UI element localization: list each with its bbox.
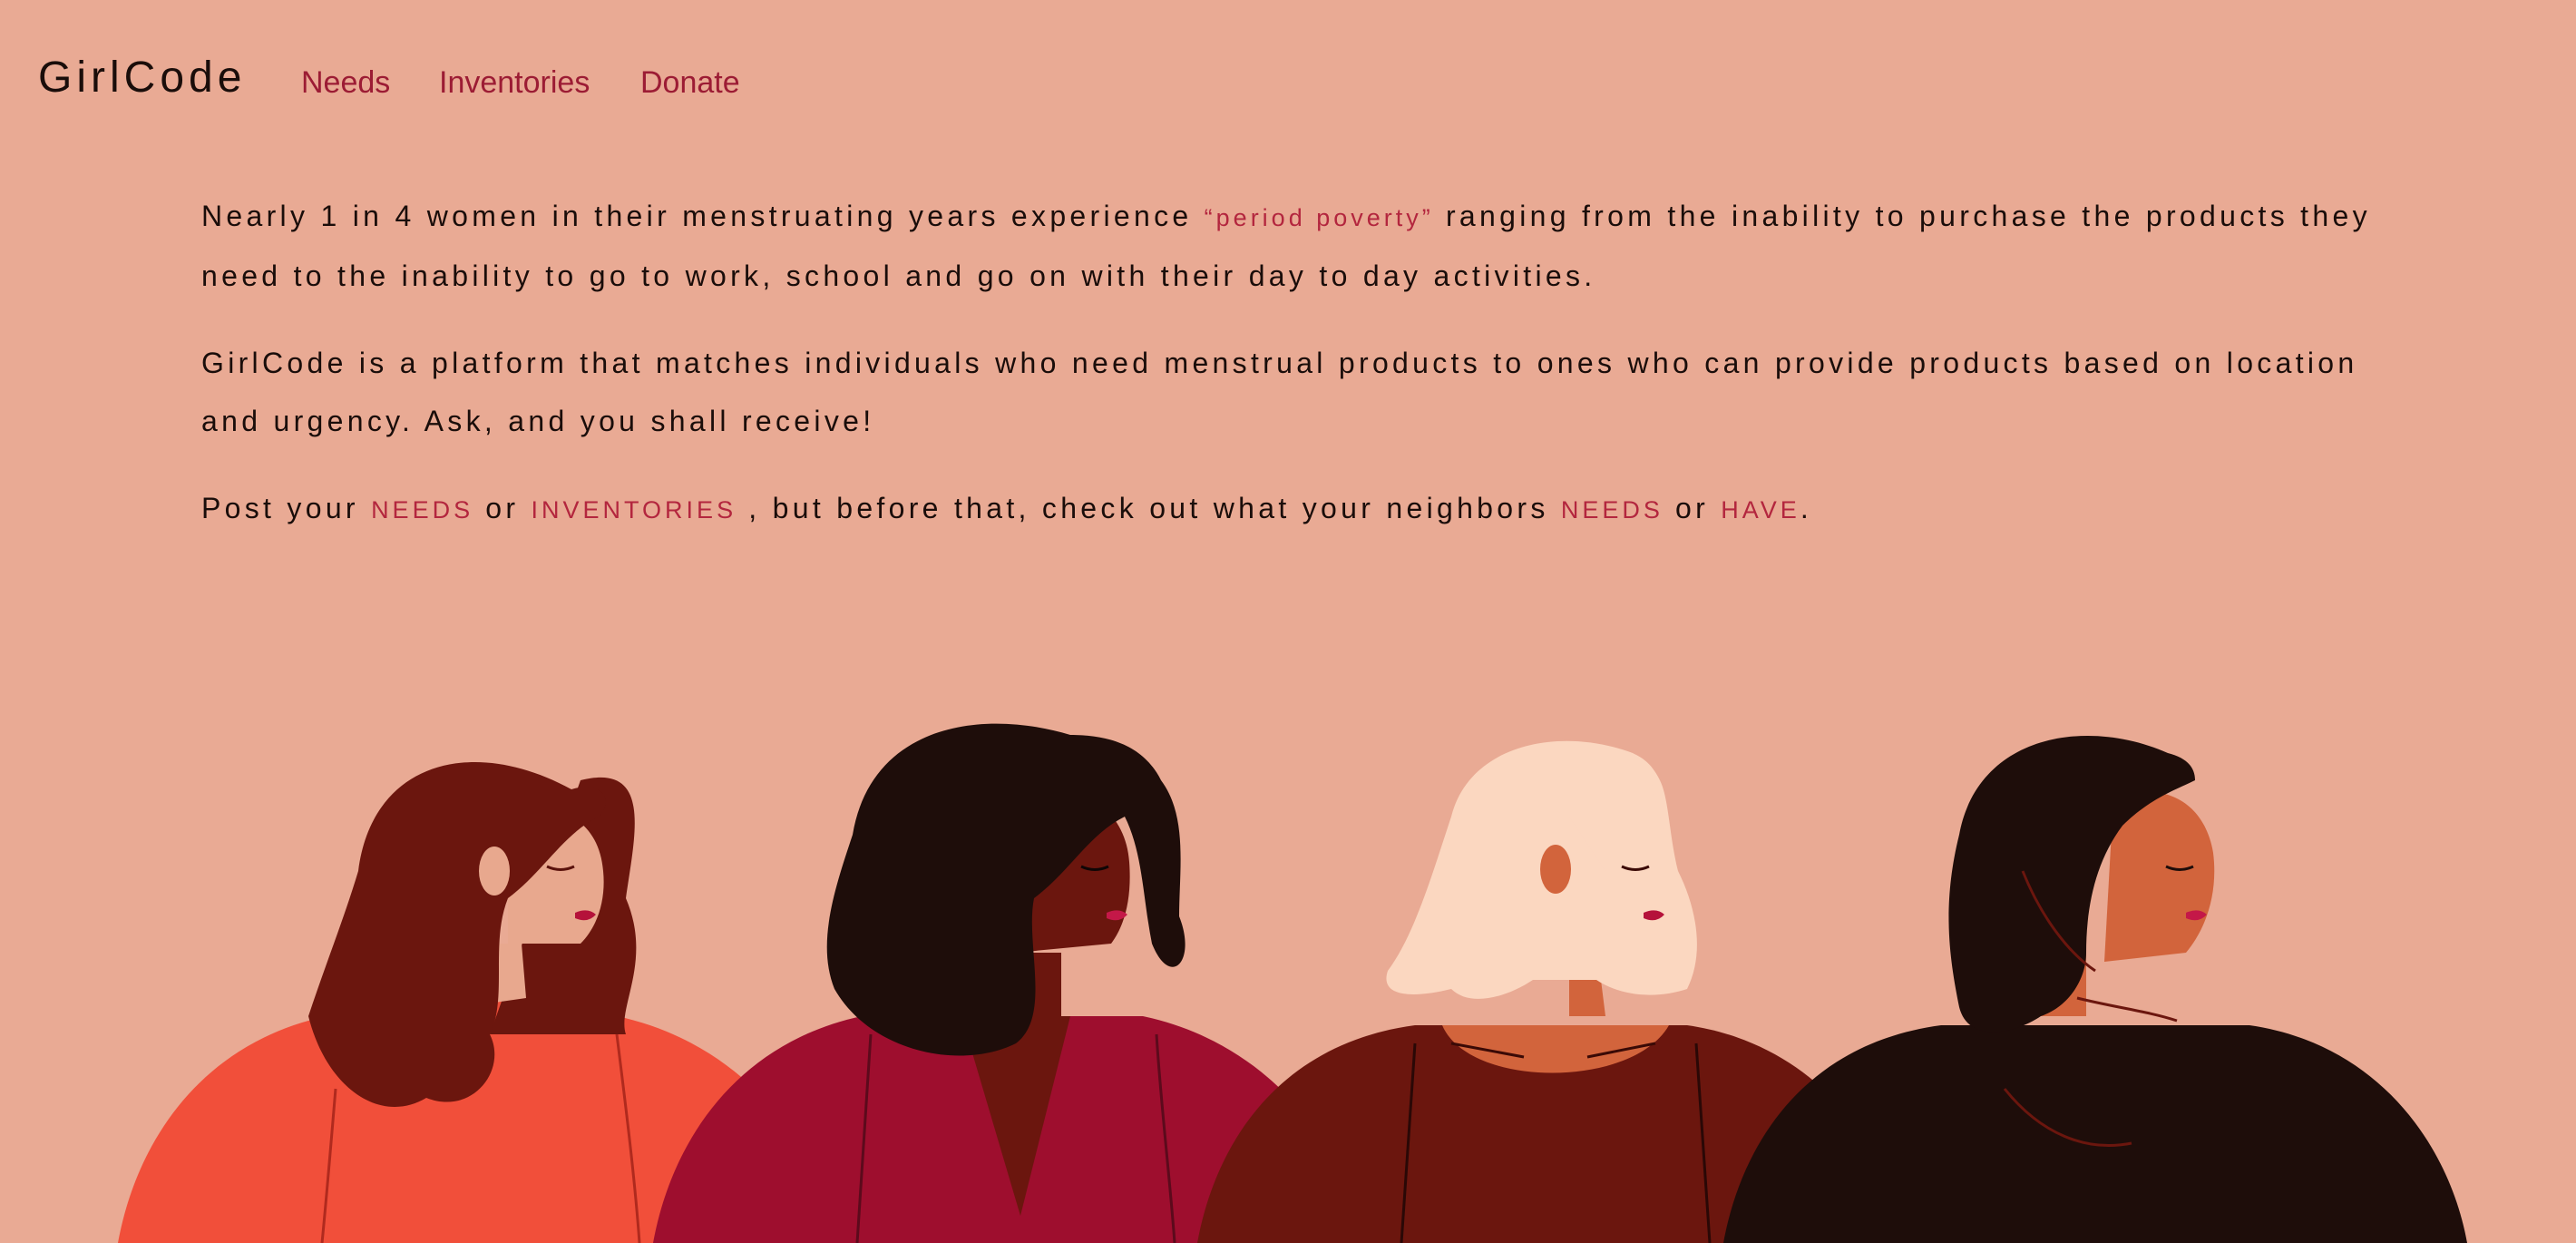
navbar: GirlCode Needs Inventories Donate bbox=[0, 0, 2576, 163]
post-inventories-link[interactable]: INVENTORIES bbox=[532, 496, 737, 524]
intro-p3-text-2: or bbox=[473, 492, 532, 524]
intro-p3-text-4: or bbox=[1663, 492, 1722, 524]
brand-logo[interactable]: GirlCode bbox=[38, 53, 246, 103]
intro-paragraph-3: Post your NEEDS or INVENTORIES , but bef… bbox=[201, 479, 2415, 539]
intro-p3-text-1: Post your bbox=[201, 492, 372, 524]
intro-p1-text-start: Nearly 1 in 4 women in their menstruatin… bbox=[201, 200, 1205, 232]
woman-4-figure bbox=[1723, 735, 2467, 1243]
period-poverty-highlight: “period poverty” bbox=[1204, 204, 1434, 231]
view-have-link[interactable]: HAVE bbox=[1721, 496, 1800, 524]
intro-paragraph-2: GirlCode is a platform that matches indi… bbox=[201, 347, 2358, 437]
post-needs-link[interactable]: NEEDS bbox=[371, 496, 473, 524]
women-illustration bbox=[118, 723, 2467, 1243]
nav-link-donate[interactable]: Donate bbox=[640, 65, 740, 101]
nav-link-needs[interactable]: Needs bbox=[301, 65, 390, 101]
intro-content: Nearly 1 in 4 women in their menstruatin… bbox=[201, 187, 2415, 568]
intro-p3-text-3: , but before that, check out what your n… bbox=[737, 492, 1561, 524]
view-needs-link[interactable]: NEEDS bbox=[1561, 496, 1664, 524]
nav-link-inventories[interactable]: Inventories bbox=[439, 65, 590, 101]
intro-paragraph-1: Nearly 1 in 4 women in their menstruatin… bbox=[201, 187, 2415, 305]
intro-p3-text-end: . bbox=[1800, 492, 1813, 524]
